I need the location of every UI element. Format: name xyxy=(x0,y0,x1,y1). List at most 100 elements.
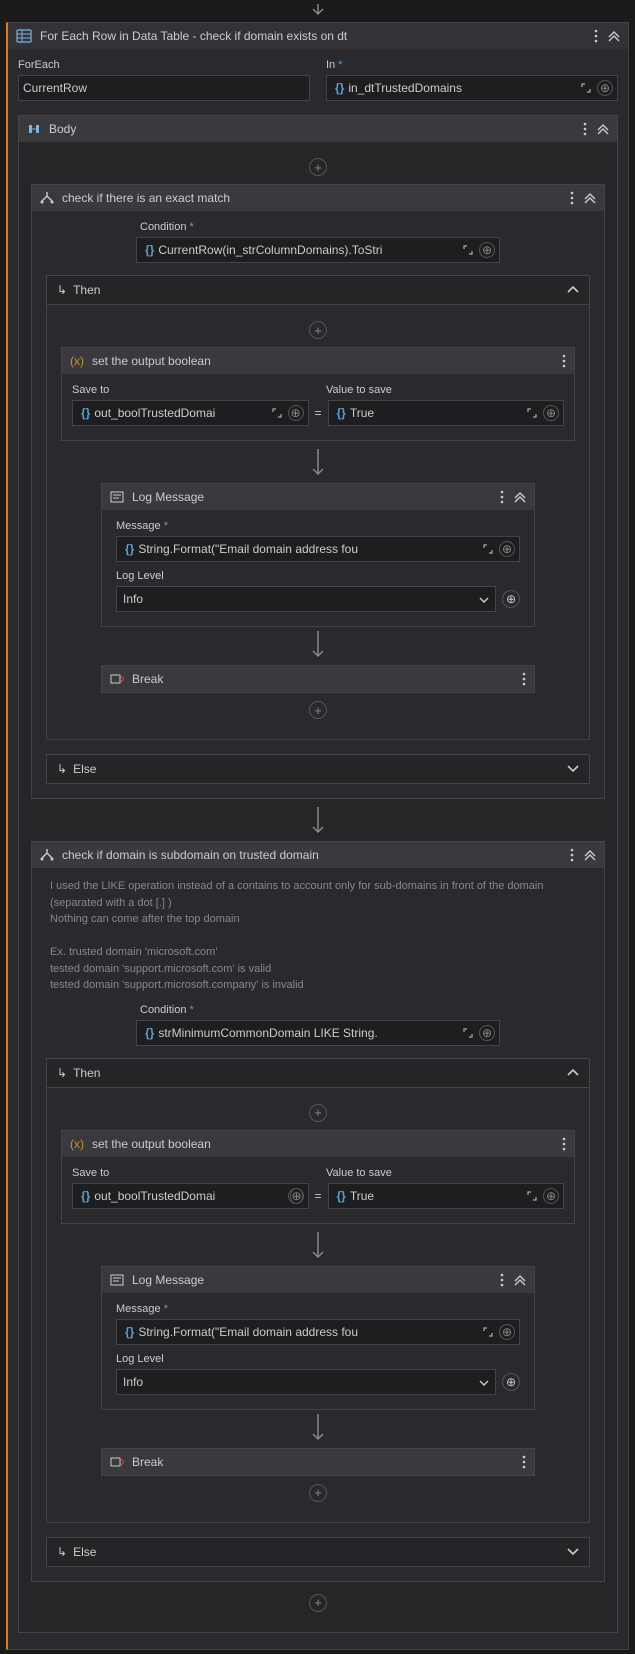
log-header[interactable]: Log Message xyxy=(102,484,534,510)
else-arrow-icon: ↳ xyxy=(57,1545,67,1559)
else-arrow-icon: ↳ xyxy=(57,762,67,776)
more-icon[interactable] xyxy=(570,848,574,862)
body-header[interactable]: Body xyxy=(19,116,617,142)
expand-icon[interactable]: ⊕ xyxy=(288,1188,304,1204)
expand-icon[interactable] xyxy=(459,1024,477,1042)
expand-icon[interactable] xyxy=(479,540,497,558)
plus-icon[interactable]: ⊕ xyxy=(543,405,559,421)
plus-icon[interactable]: ⊕ xyxy=(502,1373,520,1391)
log-message-activity[interactable]: Log Message Message * xyxy=(101,483,535,627)
condition-input[interactable]: {} strMinimumCommonDomain LIKE String. ⊕ xyxy=(136,1020,500,1046)
chevron-down-icon xyxy=(479,592,489,606)
plus-icon[interactable]: ⊕ xyxy=(499,541,515,557)
expand-icon[interactable] xyxy=(268,404,286,422)
plus-icon[interactable]: ⊕ xyxy=(479,242,495,258)
loglevel-select[interactable]: Info xyxy=(116,1369,496,1395)
expression-icon: {} xyxy=(333,406,350,420)
break-activity[interactable]: Break xyxy=(101,1448,535,1476)
log-header[interactable]: Log Message xyxy=(102,1267,534,1293)
loglevel-label: Log Level xyxy=(116,570,520,582)
in-value-input[interactable]: {} in_dtTrustedDomains ⊕ xyxy=(326,75,618,101)
if1-header[interactable]: check if there is an exact match xyxy=(32,185,604,211)
body-title: Body xyxy=(49,122,575,136)
expand-icon[interactable] xyxy=(523,1187,541,1205)
collapse-icon[interactable] xyxy=(514,1274,526,1286)
expand-icon[interactable] xyxy=(577,79,595,97)
plus-icon[interactable]: ⊕ xyxy=(597,80,613,96)
expression-icon: {} xyxy=(121,1325,138,1339)
if-activity-2[interactable]: check if domain is subdomain on trusted … xyxy=(31,841,605,1582)
expand-icon[interactable] xyxy=(523,404,541,422)
break-activity[interactable]: Break xyxy=(101,665,535,693)
chevron-down-icon[interactable] xyxy=(567,1548,579,1556)
foreach-value-input[interactable]: CurrentRow xyxy=(18,75,310,101)
plus-icon[interactable]: ⊕ xyxy=(502,590,520,608)
more-icon[interactable] xyxy=(522,1455,526,1469)
add-activity-button[interactable]: + xyxy=(31,1586,605,1620)
add-activity-button[interactable]: + xyxy=(61,313,575,347)
foreach-header[interactable]: For Each Row in Data Table - check if do… xyxy=(8,23,628,49)
more-icon[interactable] xyxy=(583,122,587,136)
foreach-activity[interactable]: For Each Row in Data Table - check if do… xyxy=(6,22,629,1650)
value-label: Value to save xyxy=(326,1167,564,1179)
expression-icon: {} xyxy=(141,1026,158,1040)
chevron-up-icon[interactable] xyxy=(567,286,579,294)
connector-arrow xyxy=(6,0,629,22)
in-label: In * xyxy=(326,59,618,71)
assign-header[interactable]: (x) set the output boolean xyxy=(62,1131,574,1157)
plus-icon[interactable]: ⊕ xyxy=(290,1188,302,1204)
chevron-down-icon[interactable] xyxy=(567,765,579,773)
log-icon xyxy=(110,491,124,503)
collapse-icon[interactable] xyxy=(514,491,526,503)
else-header[interactable]: ↳ Else xyxy=(46,1537,590,1567)
saveto-input[interactable]: {} out_boolTrustedDomai ⊕ xyxy=(72,1183,309,1209)
collapse-icon[interactable] xyxy=(597,123,609,135)
if2-annotation: I used the LIKE operation instead of a c… xyxy=(46,878,590,1004)
more-icon[interactable] xyxy=(562,1137,566,1151)
then-header[interactable]: ↳ Then xyxy=(46,275,590,305)
collapse-icon[interactable] xyxy=(584,192,596,204)
chevron-up-icon[interactable] xyxy=(567,1069,579,1077)
expand-icon[interactable] xyxy=(459,241,477,259)
if2-header[interactable]: check if domain is subdomain on trusted … xyxy=(32,842,604,868)
plus-icon[interactable]: ⊕ xyxy=(479,1025,495,1041)
add-activity-button[interactable]: + xyxy=(61,1476,575,1510)
collapse-icon[interactable] xyxy=(608,30,620,42)
loglevel-select[interactable]: Info xyxy=(116,586,496,612)
plus-icon[interactable]: ⊕ xyxy=(288,405,304,421)
add-activity-button[interactable]: + xyxy=(61,1096,575,1130)
plus-icon[interactable]: ⊕ xyxy=(499,1324,515,1340)
saveto-input[interactable]: {} out_boolTrustedDomai ⊕ xyxy=(72,400,309,426)
more-icon[interactable] xyxy=(562,354,566,368)
log-message-activity[interactable]: Log Message Message * xyxy=(101,1266,535,1410)
message-input[interactable]: {} String.Format("Email domain address f… xyxy=(116,536,520,562)
add-activity-button[interactable]: + xyxy=(61,693,575,727)
expression-icon: {} xyxy=(121,542,138,556)
more-icon[interactable] xyxy=(522,672,526,686)
break-icon xyxy=(110,1456,124,1468)
if-activity-1[interactable]: check if there is an exact match Conditi… xyxy=(31,184,605,799)
assign-activity[interactable]: (x) set the output boolean Save to Value… xyxy=(61,1130,575,1224)
expand-icon[interactable] xyxy=(479,1323,497,1341)
assign-header[interactable]: (x) set the output boolean xyxy=(62,348,574,374)
value-input[interactable]: {} True ⊕ xyxy=(328,1183,565,1209)
more-icon[interactable] xyxy=(500,490,504,504)
then-arrow-icon: ↳ xyxy=(57,283,67,297)
more-icon[interactable] xyxy=(570,191,574,205)
more-icon[interactable] xyxy=(594,29,598,43)
connector-arrow xyxy=(61,1410,575,1448)
else-header[interactable]: ↳ Else xyxy=(46,754,590,784)
more-icon[interactable] xyxy=(500,1273,504,1287)
then-header[interactable]: ↳ Then xyxy=(46,1058,590,1088)
message-input[interactable]: {} String.Format("Email domain address f… xyxy=(116,1319,520,1345)
message-label: Message * xyxy=(116,1303,520,1315)
body-sequence[interactable]: Body + check if there is an exact match xyxy=(18,115,618,1633)
collapse-icon[interactable] xyxy=(584,849,596,861)
plus-icon[interactable]: ⊕ xyxy=(543,1188,559,1204)
connector-arrow xyxy=(61,627,575,665)
assign-activity[interactable]: (x) set the output boolean Save to xyxy=(61,347,575,441)
value-input[interactable]: {} True ⊕ xyxy=(328,400,565,426)
add-activity-button[interactable]: + xyxy=(31,150,605,184)
condition-input[interactable]: {} CurrentRow(in_strColumnDomains).ToStr… xyxy=(136,237,500,263)
break-icon xyxy=(110,673,124,685)
